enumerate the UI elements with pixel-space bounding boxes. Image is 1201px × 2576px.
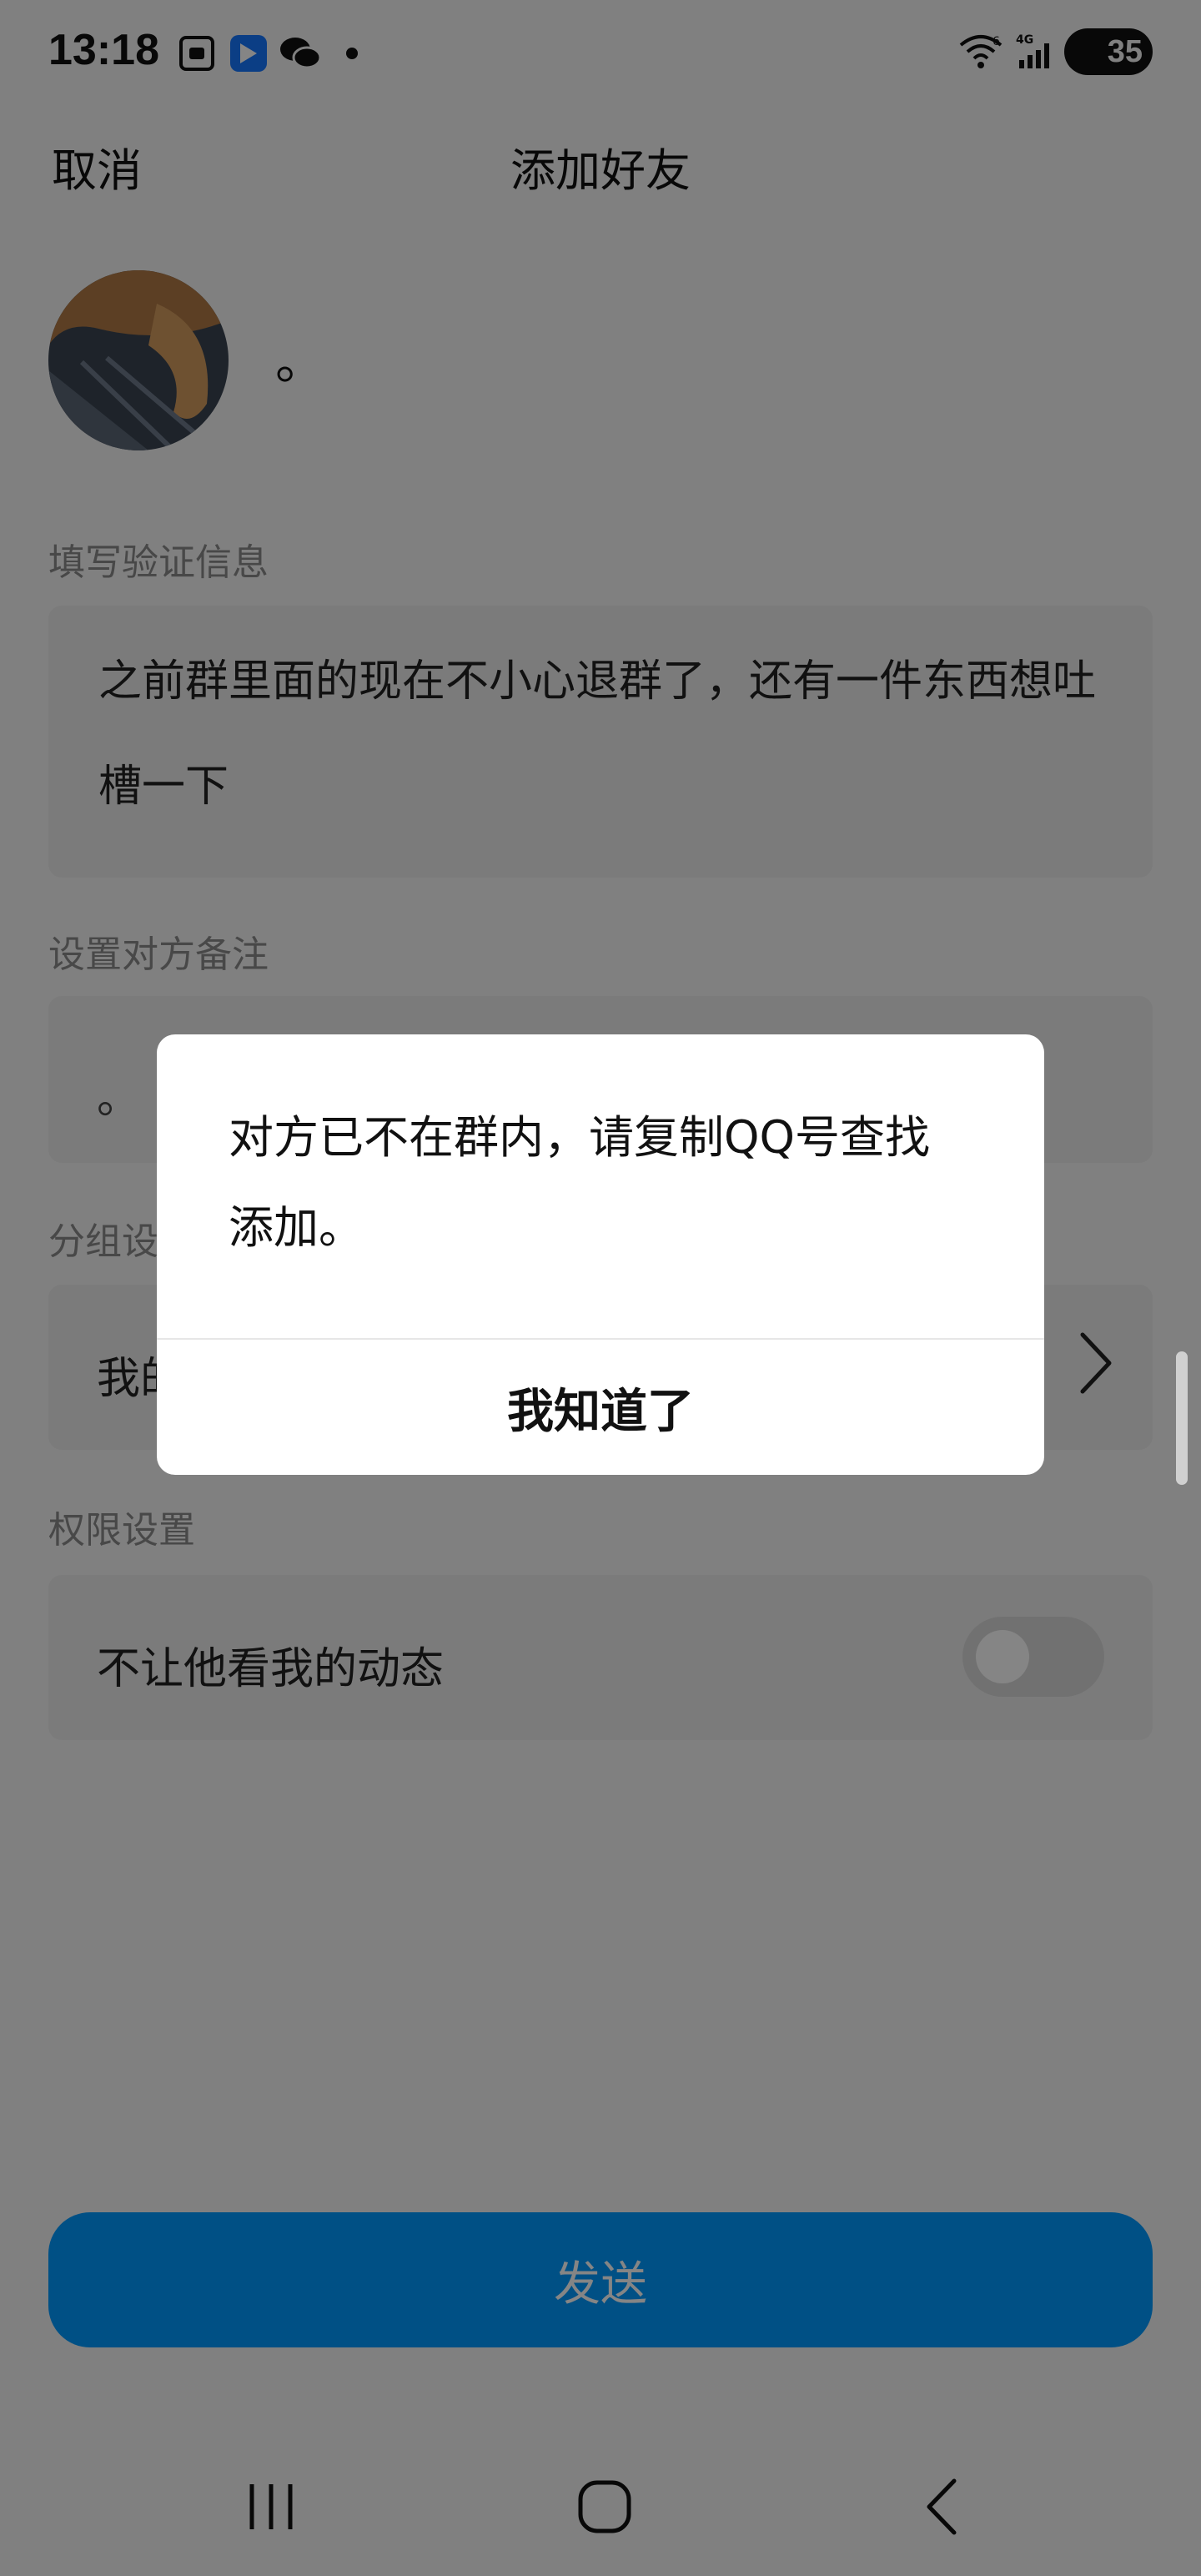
scrollbar[interactable] [1176, 1351, 1188, 1485]
dialog-message: 对方已不在群内，请复制QQ号查找添加。 [229, 1111, 931, 1254]
acknowledge-button[interactable]: 我知道了 [157, 1340, 1044, 1475]
alert-dialog: 对方已不在群内，请复制QQ号查找添加。 我知道了 [157, 1034, 1044, 1475]
